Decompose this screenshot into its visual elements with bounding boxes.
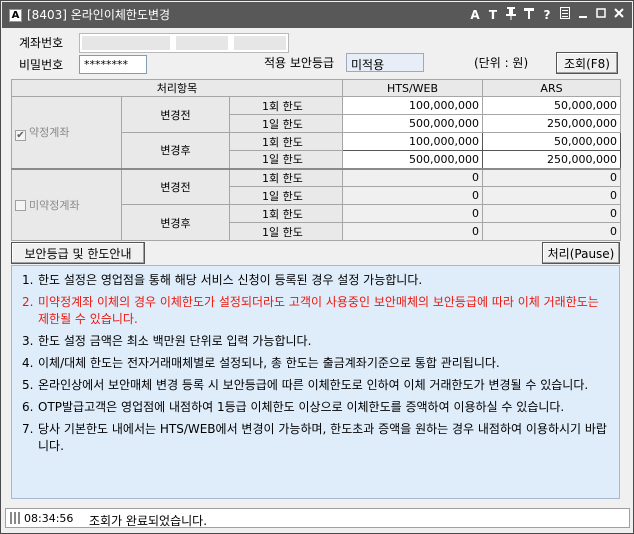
account-segment — [82, 36, 170, 50]
main-window: A [8403] 온라인이체한도변경 A T ? 계좌번호 비밀번호 *****… — [0, 0, 634, 534]
phase-label: 변경전 — [121, 167, 230, 205]
limit-label: 1회 한도 — [229, 204, 343, 223]
title-bar[interactable]: A [8403] 온라인이체한도변경 A T ? — [2, 2, 632, 28]
header-ars: ARS — [482, 79, 621, 97]
password-label: 비밀번호 — [19, 58, 64, 72]
account-number-field[interactable] — [79, 33, 289, 53]
ars-limit-input[interactable]: 0 — [482, 204, 621, 223]
help-icon[interactable]: ? — [538, 6, 556, 24]
ars-value: 0 — [482, 167, 621, 187]
pin-icon[interactable] — [502, 6, 520, 24]
phase-label: 변경후 — [121, 132, 230, 169]
hts-value: 0 — [342, 186, 483, 205]
notice-item-warning: 2. 미약정계좌 이체의 경우 이체한도가 설정되더라도 고객이 사용중인 보안매… — [22, 295, 599, 326]
table-row: ✔ 약정계좌 변경전 1회 한도 100,000,000 50,000,000 — [11, 96, 621, 169]
security-level-label: 적용 보안등급 — [264, 56, 335, 70]
status-time: 08:34:56 — [24, 512, 74, 525]
checkbox-checked-icon: ✔ — [15, 129, 26, 141]
notice-item: 3. 한도 설정 금액은 최소 백만원 단위로 입력 가능합니다. — [22, 334, 312, 348]
password-input[interactable] — [79, 55, 147, 74]
ars-limit-input[interactable]: 50,000,000 — [482, 132, 621, 151]
minimize-icon[interactable] — [574, 6, 592, 24]
tools-icon[interactable] — [520, 6, 538, 24]
notice-item: 7. 당사 기본한도 내에서는 HTS/WEB에서 변경이 가능하며, 한도초과 … — [22, 422, 607, 453]
agreed-account-checkbox[interactable]: ✔ 약정계좌 — [11, 96, 122, 169]
hts-value: 500,000,000 — [342, 114, 483, 133]
security-level-value: 미적용 — [346, 53, 424, 72]
hts-value: 100,000,000 — [342, 96, 483, 115]
limit-label: 1회 한도 — [229, 132, 343, 151]
font-size-icon[interactable]: A — [466, 6, 484, 24]
query-button[interactable]: 조회(F8) — [556, 52, 618, 74]
limit-table: 처리항목 HTS/WEB ARS ✔ 약정계좌 변경전 1회 한도 100,000… — [11, 79, 621, 241]
security-guide-button[interactable]: 보안등급 및 한도안내 — [11, 242, 145, 264]
ars-value: 250,000,000 — [482, 114, 621, 133]
phase-label: 변경전 — [121, 96, 230, 133]
hts-value: 0 — [342, 167, 483, 187]
group-label: 미약정계좌 — [29, 198, 80, 212]
status-grip-icon — [10, 512, 20, 524]
account-label: 계좌번호 — [19, 36, 64, 50]
checkbox-unchecked-icon — [15, 199, 26, 211]
title-controls: A T ? — [466, 6, 628, 24]
ars-limit-input[interactable]: 0 — [482, 222, 621, 241]
hts-limit-input[interactable]: 500,000,000 — [342, 150, 483, 169]
hts-limit-input[interactable]: 0 — [342, 222, 483, 241]
non-agreed-account-checkbox[interactable]: 미약정계좌 — [11, 167, 122, 241]
hts-limit-input[interactable]: 100,000,000 — [342, 132, 483, 151]
table-row: 미약정계좌 변경전 1회 한도 0 0 — [11, 167, 621, 241]
account-segment — [176, 36, 228, 50]
document-icon[interactable] — [556, 6, 574, 24]
text-icon[interactable]: T — [484, 6, 502, 24]
limit-label: 1일 한도 — [229, 150, 343, 169]
account-segment — [234, 36, 286, 50]
close-icon[interactable] — [610, 6, 628, 24]
unit-label: (단위 : 원) — [474, 56, 529, 70]
notice-item: 5. 온라인상에서 보안매체 변경 등록 시 보안등급에 따른 이체한도로 인하여… — [22, 378, 589, 392]
hts-limit-input[interactable]: 0 — [342, 204, 483, 223]
ars-limit-input[interactable]: 250,000,000 — [482, 150, 621, 169]
app-icon: A — [9, 9, 22, 22]
window-title: [8403] 온라인이체한도변경 — [27, 8, 171, 22]
limit-label: 1일 한도 — [229, 186, 343, 205]
notice-item: 4. 이체/대체 한도는 전자거래매체별로 설정되나, 총 한도는 출금계좌기준으… — [22, 356, 500, 370]
phase-label: 변경후 — [121, 204, 230, 241]
ars-value: 50,000,000 — [482, 96, 621, 115]
status-bar: 08:34:56 조회가 완료되었습니다. — [5, 508, 630, 528]
notice-item: 1. 한도 설정은 영업점을 통해 해당 서비스 신청이 등록된 경우 설정 가능… — [22, 273, 423, 287]
header-item: 처리항목 — [11, 79, 343, 97]
ars-value: 0 — [482, 186, 621, 205]
notice-panel: 1. 한도 설정은 영업점을 통해 해당 서비스 신청이 등록된 경우 설정 가능… — [11, 265, 620, 499]
limit-label: 1일 한도 — [229, 222, 343, 241]
process-button[interactable]: 처리(Pause) — [542, 242, 620, 264]
limit-label: 1회 한도 — [229, 167, 343, 187]
limit-label: 1일 한도 — [229, 114, 343, 133]
limit-label: 1회 한도 — [229, 96, 343, 115]
group-label: 약정계좌 — [29, 125, 70, 139]
notice-item: 6. OTP발급고객은 영업점에 내점하여 1등급 이체한도 이상으로 이체한도를… — [22, 400, 565, 414]
maximize-icon[interactable] — [592, 6, 610, 24]
status-message: 조회가 완료되었습니다. — [89, 514, 208, 528]
header-hts: HTS/WEB — [342, 79, 483, 97]
